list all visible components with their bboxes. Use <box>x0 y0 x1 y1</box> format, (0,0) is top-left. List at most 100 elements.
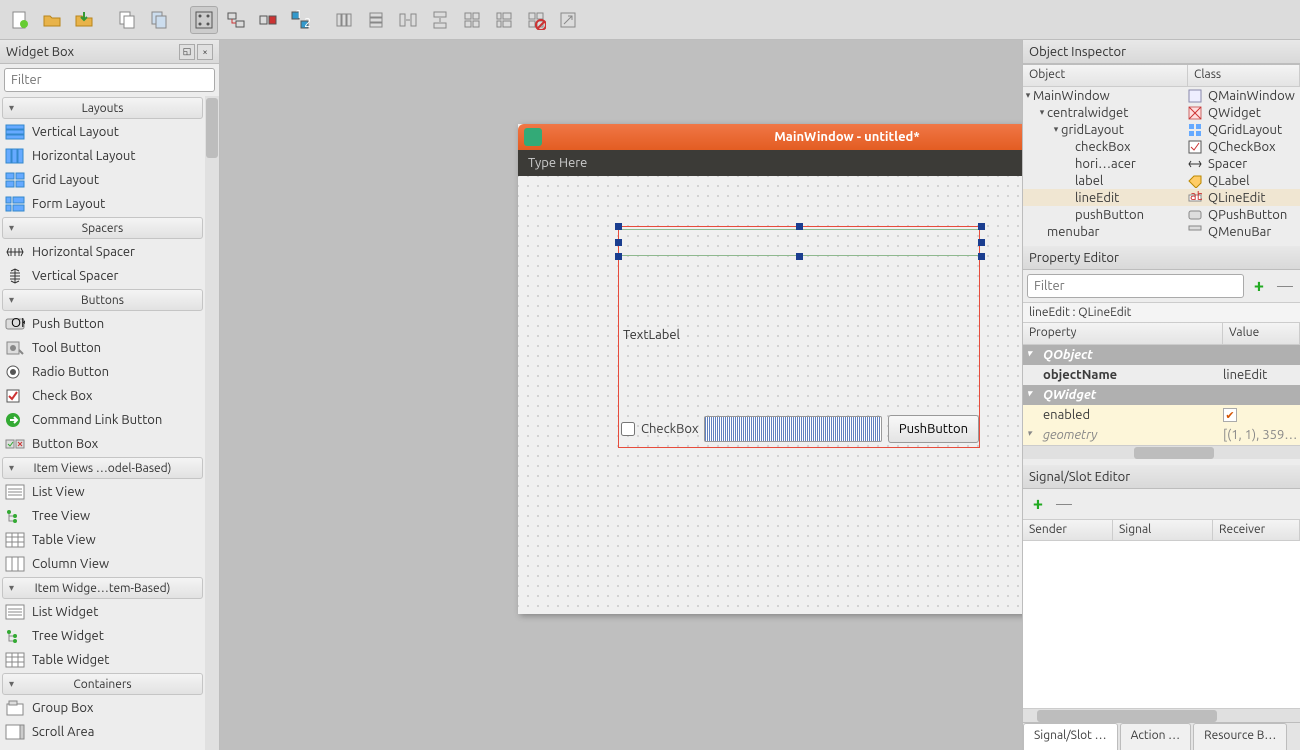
object-name: centralwidget <box>1047 106 1128 120</box>
checkbox-input[interactable] <box>621 422 635 436</box>
sse-col-receiver[interactable]: Receiver <box>1213 520 1300 540</box>
widget-category[interactable]: Item Widge…tem-Based) <box>2 577 203 599</box>
property-row[interactable]: ▾geometry[(1, 1), 359… <box>1023 425 1300 445</box>
bottom-tab[interactable]: Resource B… <box>1193 723 1287 750</box>
object-tree-row[interactable]: ▾gridLayoutQGridLayout <box>1023 121 1300 138</box>
widget-item-label: Vertical Spacer <box>32 269 118 283</box>
object-tree-row[interactable]: ▾MainWindowQMainWindow <box>1023 87 1300 104</box>
widget-item[interactable]: Table Widget <box>0 648 205 672</box>
widget-item[interactable]: List Widget <box>0 600 205 624</box>
object-tree-row[interactable]: hori…acerSpacer <box>1023 155 1300 172</box>
widget-item[interactable]: Horizontal Spacer <box>0 240 205 264</box>
open-file-icon[interactable] <box>38 6 66 34</box>
widget-item[interactable]: Scroll Area <box>0 720 205 744</box>
widget-category[interactable]: Item Views …odel-Based) <box>2 457 203 479</box>
label-widget[interactable]: TextLabel <box>621 257 979 412</box>
dock-close-icon[interactable]: × <box>197 44 213 60</box>
paste-icon[interactable] <box>146 6 174 34</box>
property-table[interactable]: Property Value QObjectobjectNamelineEdit… <box>1023 323 1300 445</box>
widget-item[interactable]: List View <box>0 480 205 504</box>
form-canvas[interactable]: TextLabel CheckBox PushButton <box>518 176 1022 614</box>
object-tree-row[interactable]: menubarQMenuBar <box>1023 223 1300 240</box>
object-tree-row[interactable]: ▾centralwidgetQWidget <box>1023 104 1300 121</box>
add-connection-icon[interactable]: + <box>1027 493 1049 515</box>
object-inspector-tree[interactable]: Object Class ▾MainWindowQMainWindow▾cent… <box>1023 64 1300 240</box>
oi-col-object[interactable]: Object <box>1023 65 1188 86</box>
widget-item[interactable]: Group Box <box>0 696 205 720</box>
layout-vs-icon[interactable] <box>426 6 454 34</box>
copy-icon[interactable] <box>114 6 142 34</box>
horizontal-spacer[interactable] <box>619 227 981 257</box>
widget-item[interactable]: Command Link Button <box>0 408 205 432</box>
widget-category[interactable]: Layouts <box>2 97 203 119</box>
widget-item[interactable]: OKPush Button <box>0 312 205 336</box>
sse-col-signal[interactable]: Signal <box>1113 520 1213 540</box>
widget-item[interactable]: Vertical Layout <box>0 120 205 144</box>
widget-item[interactable]: Radio Button <box>0 360 205 384</box>
edit-widgets-icon[interactable] <box>190 6 218 34</box>
new-file-icon[interactable] <box>6 6 34 34</box>
break-layout-icon[interactable] <box>522 6 550 34</box>
remove-property-icon[interactable]: — <box>1274 275 1296 297</box>
menubar-hint[interactable]: Type Here <box>528 156 587 170</box>
edit-taborder-icon[interactable]: 12 <box>286 6 314 34</box>
remove-connection-icon[interactable]: — <box>1053 493 1075 515</box>
dock-float-icon[interactable]: ◱ <box>179 44 195 60</box>
widget-box-filter[interactable] <box>4 68 215 92</box>
sse-col-sender[interactable]: Sender <box>1023 520 1113 540</box>
property-row[interactable]: enabled✔ <box>1023 405 1300 425</box>
edit-signals-icon[interactable] <box>222 6 250 34</box>
widget-box-list[interactable]: LayoutsVertical Layout Horizontal Layout G… <box>0 96 219 750</box>
edit-buddies-icon[interactable] <box>254 6 282 34</box>
widget-item[interactable]: Tree View <box>0 504 205 528</box>
widget-item-label: Horizontal Layout <box>32 149 135 163</box>
widget-category[interactable]: Spacers <box>2 217 203 239</box>
widget-item[interactable]: Column View <box>0 552 205 576</box>
widget-item[interactable]: Form Layout <box>0 192 205 216</box>
pe-col-value[interactable]: Value <box>1223 323 1300 344</box>
grid-layout[interactable]: TextLabel CheckBox PushButton <box>618 226 980 448</box>
layout-form-icon[interactable] <box>490 6 518 34</box>
add-property-icon[interactable]: + <box>1248 275 1270 297</box>
widget-item-label: Tree View <box>32 509 90 523</box>
bottom-tab[interactable]: Action … <box>1120 723 1192 750</box>
property-hscroll[interactable] <box>1023 445 1300 459</box>
sse-hscroll[interactable] <box>1023 708 1300 722</box>
adjust-size-icon[interactable] <box>554 6 582 34</box>
form-window[interactable]: MainWindow - untitled* – × Type Here <box>518 124 1022 614</box>
widget-item[interactable]: Tool Button <box>0 336 205 360</box>
widget-item[interactable]: Horizontal Layout <box>0 144 205 168</box>
widget-item[interactable]: Button Box <box>0 432 205 456</box>
object-tree-row[interactable]: checkBoxQCheckBox <box>1023 138 1300 155</box>
widget-item[interactable]: Grid Layout <box>0 168 205 192</box>
widget-category[interactable]: Containers <box>2 673 203 695</box>
property-category[interactable]: QWidget <box>1023 385 1300 405</box>
signal-slot-body[interactable] <box>1023 541 1300 708</box>
property-category[interactable]: QObject <box>1023 345 1300 365</box>
oi-col-class[interactable]: Class <box>1188 65 1300 86</box>
layout-v-icon[interactable] <box>362 6 390 34</box>
layout-h-icon[interactable] <box>330 6 358 34</box>
widget-item[interactable]: Tree Widget <box>0 624 205 648</box>
bottom-tab[interactable]: Signal/Slot … <box>1023 723 1118 750</box>
widget-item[interactable]: Vertical Spacer <box>0 264 205 288</box>
checkbox-widget[interactable]: CheckBox <box>621 422 698 436</box>
pushbutton-widget[interactable]: PushButton <box>888 415 979 443</box>
object-tree-row[interactable]: lineEditabQLineEdit <box>1023 189 1300 206</box>
pe-col-property[interactable]: Property <box>1023 323 1223 344</box>
property-filter[interactable] <box>1027 274 1244 298</box>
property-row[interactable]: objectNamelineEdit <box>1023 365 1300 385</box>
object-tree-row[interactable]: pushButtonQPushButton <box>1023 206 1300 223</box>
lineedit-widget[interactable] <box>704 416 881 442</box>
widget-item[interactable]: Table View <box>0 528 205 552</box>
scrollbar[interactable] <box>205 96 219 750</box>
form-titlebar[interactable]: MainWindow - untitled* – × <box>518 124 1022 150</box>
save-file-icon[interactable] <box>70 6 98 34</box>
design-canvas[interactable]: MainWindow - untitled* – × Type Here <box>220 40 1022 750</box>
widget-category[interactable]: Buttons <box>2 289 203 311</box>
layout-hs-icon[interactable] <box>394 6 422 34</box>
widget-item[interactable]: Check Box <box>0 384 205 408</box>
object-tree-row[interactable]: labelQLabel <box>1023 172 1300 189</box>
form-menubar[interactable]: Type Here <box>518 150 1022 176</box>
layout-grid-icon[interactable] <box>458 6 486 34</box>
